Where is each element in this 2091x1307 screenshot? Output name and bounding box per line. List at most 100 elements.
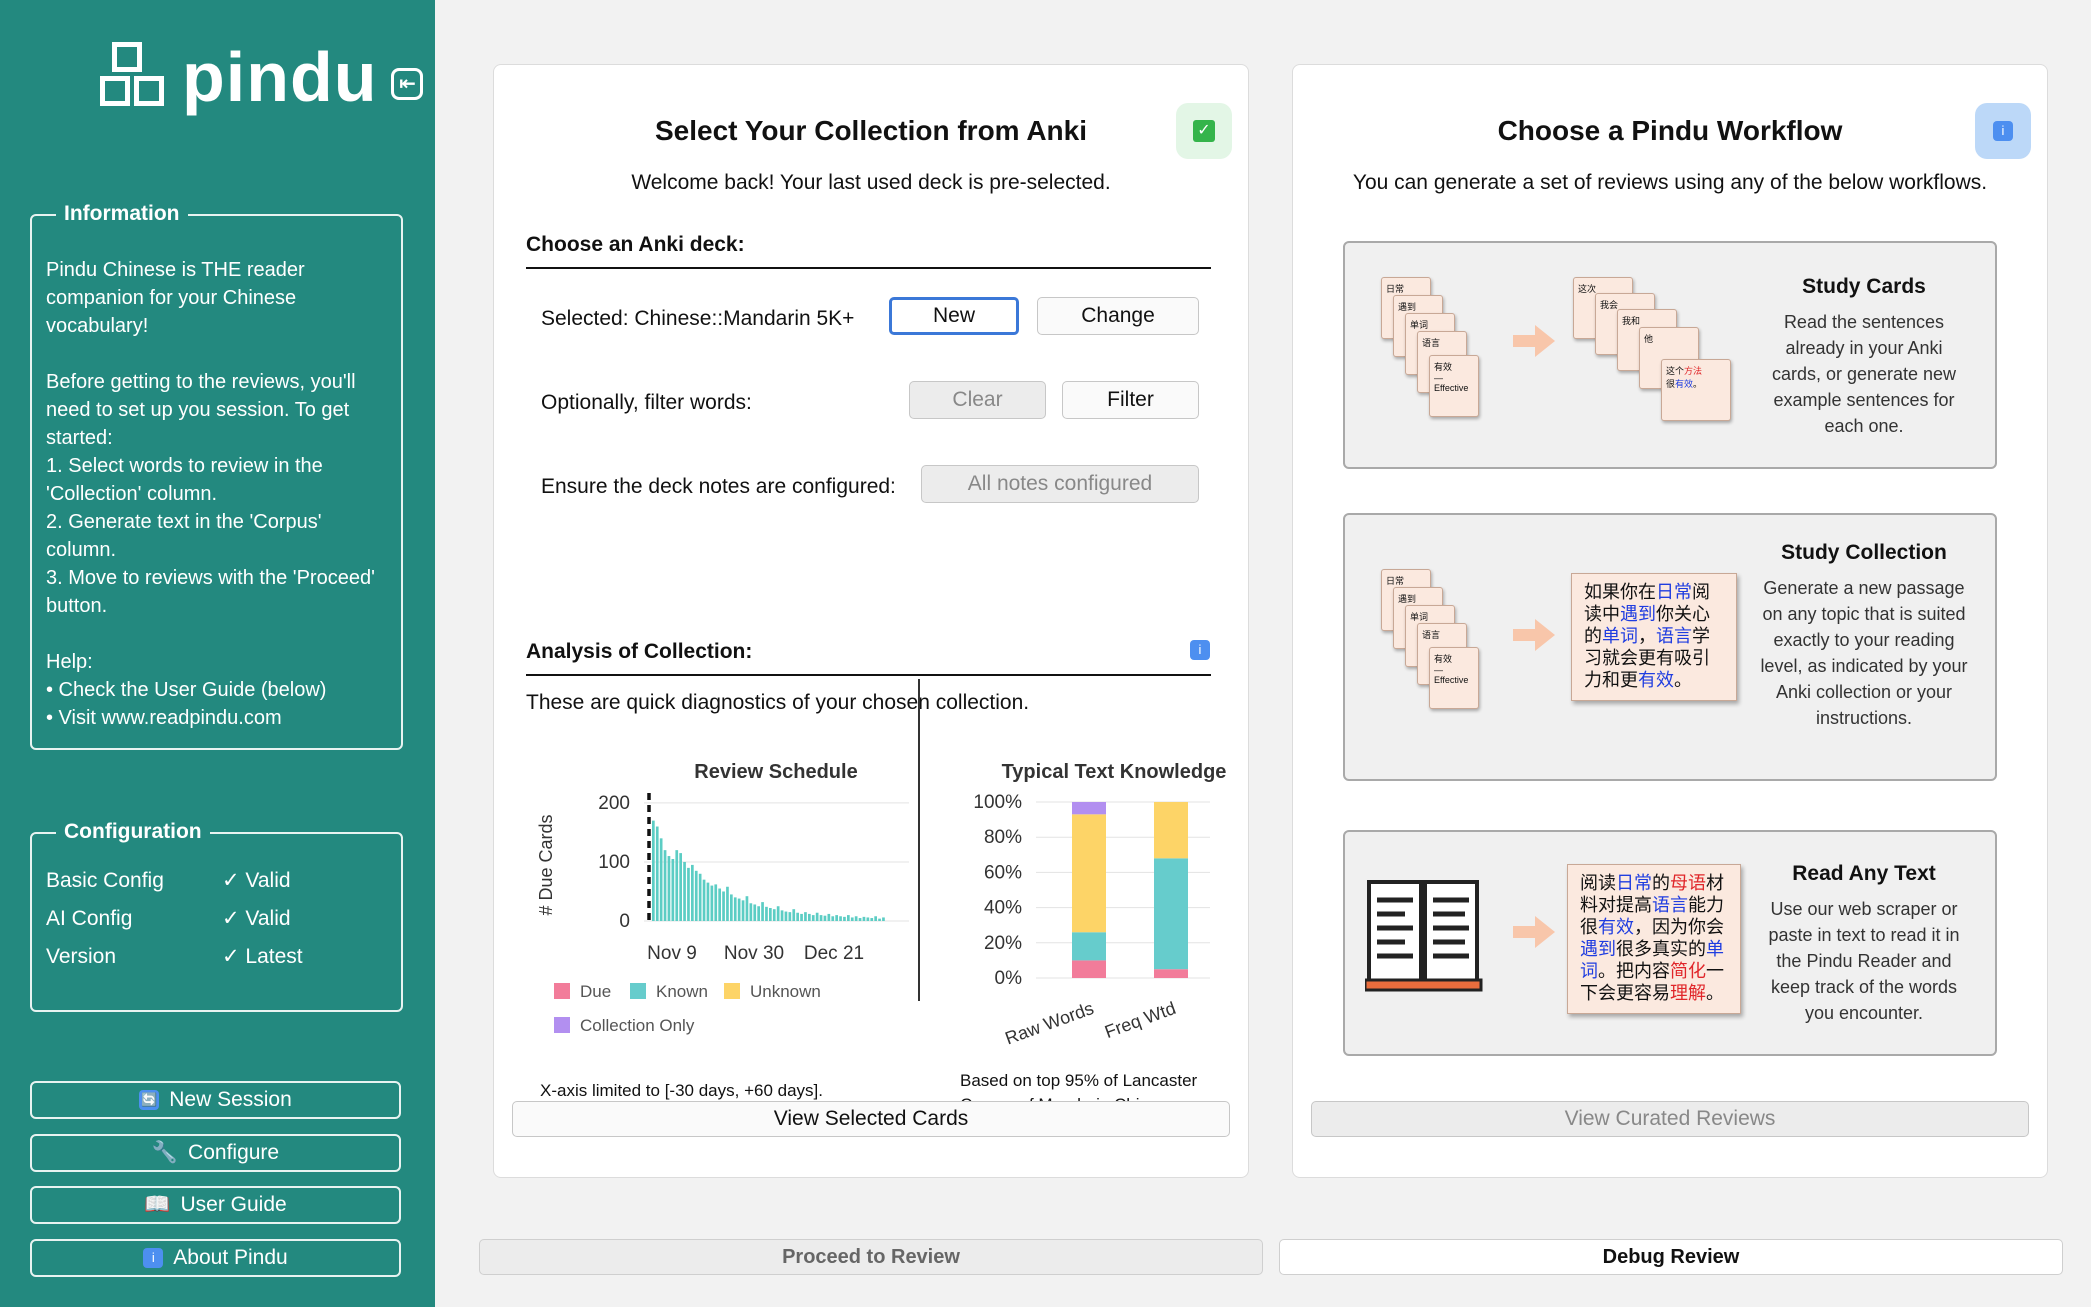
bar	[835, 915, 838, 921]
bar	[765, 906, 768, 921]
new-session-label: New Session	[169, 1088, 292, 1111]
bar	[757, 906, 760, 921]
legend-label: Collection Only	[580, 1016, 695, 1035]
arrow-icon	[1513, 619, 1555, 651]
legend-swatch	[554, 1017, 570, 1033]
analysis-heading: Analysis of Collection:	[526, 640, 753, 663]
configure-button[interactable]: 🔧 Configure	[30, 1134, 401, 1172]
y-tick-label: 200	[598, 793, 630, 814]
bar	[858, 918, 862, 921]
y-tick-label: 100%	[973, 792, 1022, 813]
info-icon: i	[143, 1248, 164, 1268]
bar	[808, 913, 811, 921]
information-text: Pindu Chinese is THE reader companion fo…	[46, 259, 375, 729]
bar	[788, 912, 792, 921]
bar	[733, 897, 737, 921]
collection-title: Select Your Collection from Anki	[654, 115, 1087, 146]
bar	[769, 908, 772, 921]
bar	[667, 856, 671, 921]
legend-label: Known	[656, 982, 708, 1001]
selected-deck-label: Selected: Chinese::Mandarin 5K+	[541, 307, 855, 330]
view-curated-reviews-button[interactable]: View Curated Reviews	[1311, 1101, 2029, 1137]
workflow-read-any-text[interactable]: 阅读日常的母语材料对提高语言能力很有效，因为你会遇到很多真实的单词。把内容简化一…	[1343, 830, 1997, 1056]
information-panel: Information Pindu Chinese is THE reader …	[30, 202, 403, 750]
workflow-desc: Read the sentences already in your Anki …	[1771, 312, 1957, 436]
generated-passage-icon: 如果你在日常阅读中遇到你关心的单词，语言学习就会更有吸引力和更有效。	[1571, 573, 1737, 701]
workflow-study-cards[interactable]: 日常 遇到 单词 语言 有效 — Effective 这次 我会 我和 他 这个方法…	[1343, 241, 1997, 469]
collection-subtitle: Welcome back! Your last used deck is pre…	[631, 171, 1111, 194]
clear-filter-button[interactable]: Clear	[909, 381, 1046, 419]
bar	[671, 859, 675, 921]
y-tick-label: 40%	[984, 898, 1022, 919]
divider	[526, 674, 1211, 676]
brand-name: pindu	[182, 38, 378, 116]
analysis-info-icon[interactable]: i	[1190, 640, 1210, 660]
collapse-sidebar-icon[interactable]: ⇤	[391, 68, 424, 100]
bar	[722, 891, 725, 921]
change-deck-button[interactable]: Change	[1037, 297, 1199, 335]
bar	[839, 916, 842, 921]
bar	[702, 879, 706, 921]
stacked-bar-segment	[1072, 960, 1106, 978]
bar	[784, 911, 788, 921]
workflow-study-collection[interactable]: 日常 遇到 单词 语言 有效 — Effective 如果你在日常阅读中遇到你关心的…	[1343, 513, 1997, 781]
arrow-icon	[1513, 916, 1555, 948]
config-row-version: Version ✓ Latest	[46, 938, 387, 976]
notes-config-label: Ensure the deck notes are configured:	[541, 475, 896, 498]
arrow-icon	[1513, 325, 1555, 357]
wrench-icon: 🔧	[151, 1141, 179, 1164]
config-key: Version	[46, 945, 117, 968]
new-session-button[interactable]: 🔄 New Session	[30, 1081, 401, 1119]
bar	[792, 909, 796, 921]
filter-button[interactable]: Filter	[1062, 381, 1199, 419]
bar	[850, 917, 854, 921]
x-tick-label: Nov 30	[724, 943, 784, 964]
workflow-desc: Use our web scraper or paste in text to …	[1768, 899, 1960, 1023]
configure-label: Configure	[188, 1141, 280, 1164]
config-value: ✓ Valid	[222, 907, 291, 930]
legend-label: Due	[580, 982, 611, 1001]
bar	[761, 902, 764, 921]
view-selected-cards-button[interactable]: View Selected Cards	[512, 1101, 1230, 1137]
x-tick-label: Nov 9	[647, 943, 697, 964]
workflow-title-text: Read Any Text	[1792, 862, 1936, 885]
y-tick-label: 0%	[995, 968, 1023, 989]
bar	[878, 918, 881, 921]
about-pindu-button[interactable]: i About Pindu	[30, 1239, 401, 1277]
review-schedule-chart: Review Schedule # Due Cards 0 100 200 Nov 9 No…	[536, 761, 909, 1035]
collection-card: Select Your Collection from Anki ✓ Welco…	[493, 64, 1249, 1178]
check-status-icon: ✓	[1176, 103, 1232, 159]
bar	[726, 886, 729, 921]
notes-configured-button[interactable]: All notes configured	[921, 465, 1199, 503]
bar	[831, 916, 835, 921]
divider	[526, 267, 1211, 269]
bar	[706, 882, 710, 921]
bar	[683, 861, 686, 921]
legend-label: Unknown	[750, 982, 821, 1001]
bar	[718, 888, 721, 921]
workflow-info-icon[interactable]: i	[1975, 103, 2031, 159]
config-key: AI Config	[46, 907, 133, 930]
user-guide-label: User Guide	[180, 1193, 287, 1216]
bar	[874, 916, 877, 921]
bar	[780, 910, 784, 921]
user-guide-button[interactable]: 📖 User Guide	[30, 1186, 401, 1224]
bar	[827, 913, 831, 921]
bar	[663, 850, 667, 921]
analysis-subtitle: These are quick diagnostics of your chos…	[526, 691, 1030, 714]
stacked-bar-segment	[1072, 814, 1106, 933]
new-deck-button[interactable]: New	[889, 297, 1019, 335]
information-legend: Information	[56, 202, 188, 226]
book-icon: 📖	[144, 1193, 171, 1216]
review-chart-note: X-axis limited to [-30 days, +60 days].	[540, 1081, 823, 1100]
bar	[862, 916, 866, 921]
configuration-panel: Configuration Basic Config ✓ Valid AI Co…	[30, 820, 403, 1012]
stacked-bar-segment	[1154, 969, 1188, 978]
stacked-bar-segment	[1154, 858, 1188, 970]
bar	[804, 912, 807, 921]
bar	[800, 913, 803, 921]
debug-review-button[interactable]: Debug Review	[1279, 1239, 2063, 1275]
proceed-to-review-button[interactable]: Proceed to Review	[479, 1239, 1263, 1275]
config-value: ✓ Latest	[222, 945, 303, 968]
chart-title: Review Schedule	[694, 761, 857, 783]
